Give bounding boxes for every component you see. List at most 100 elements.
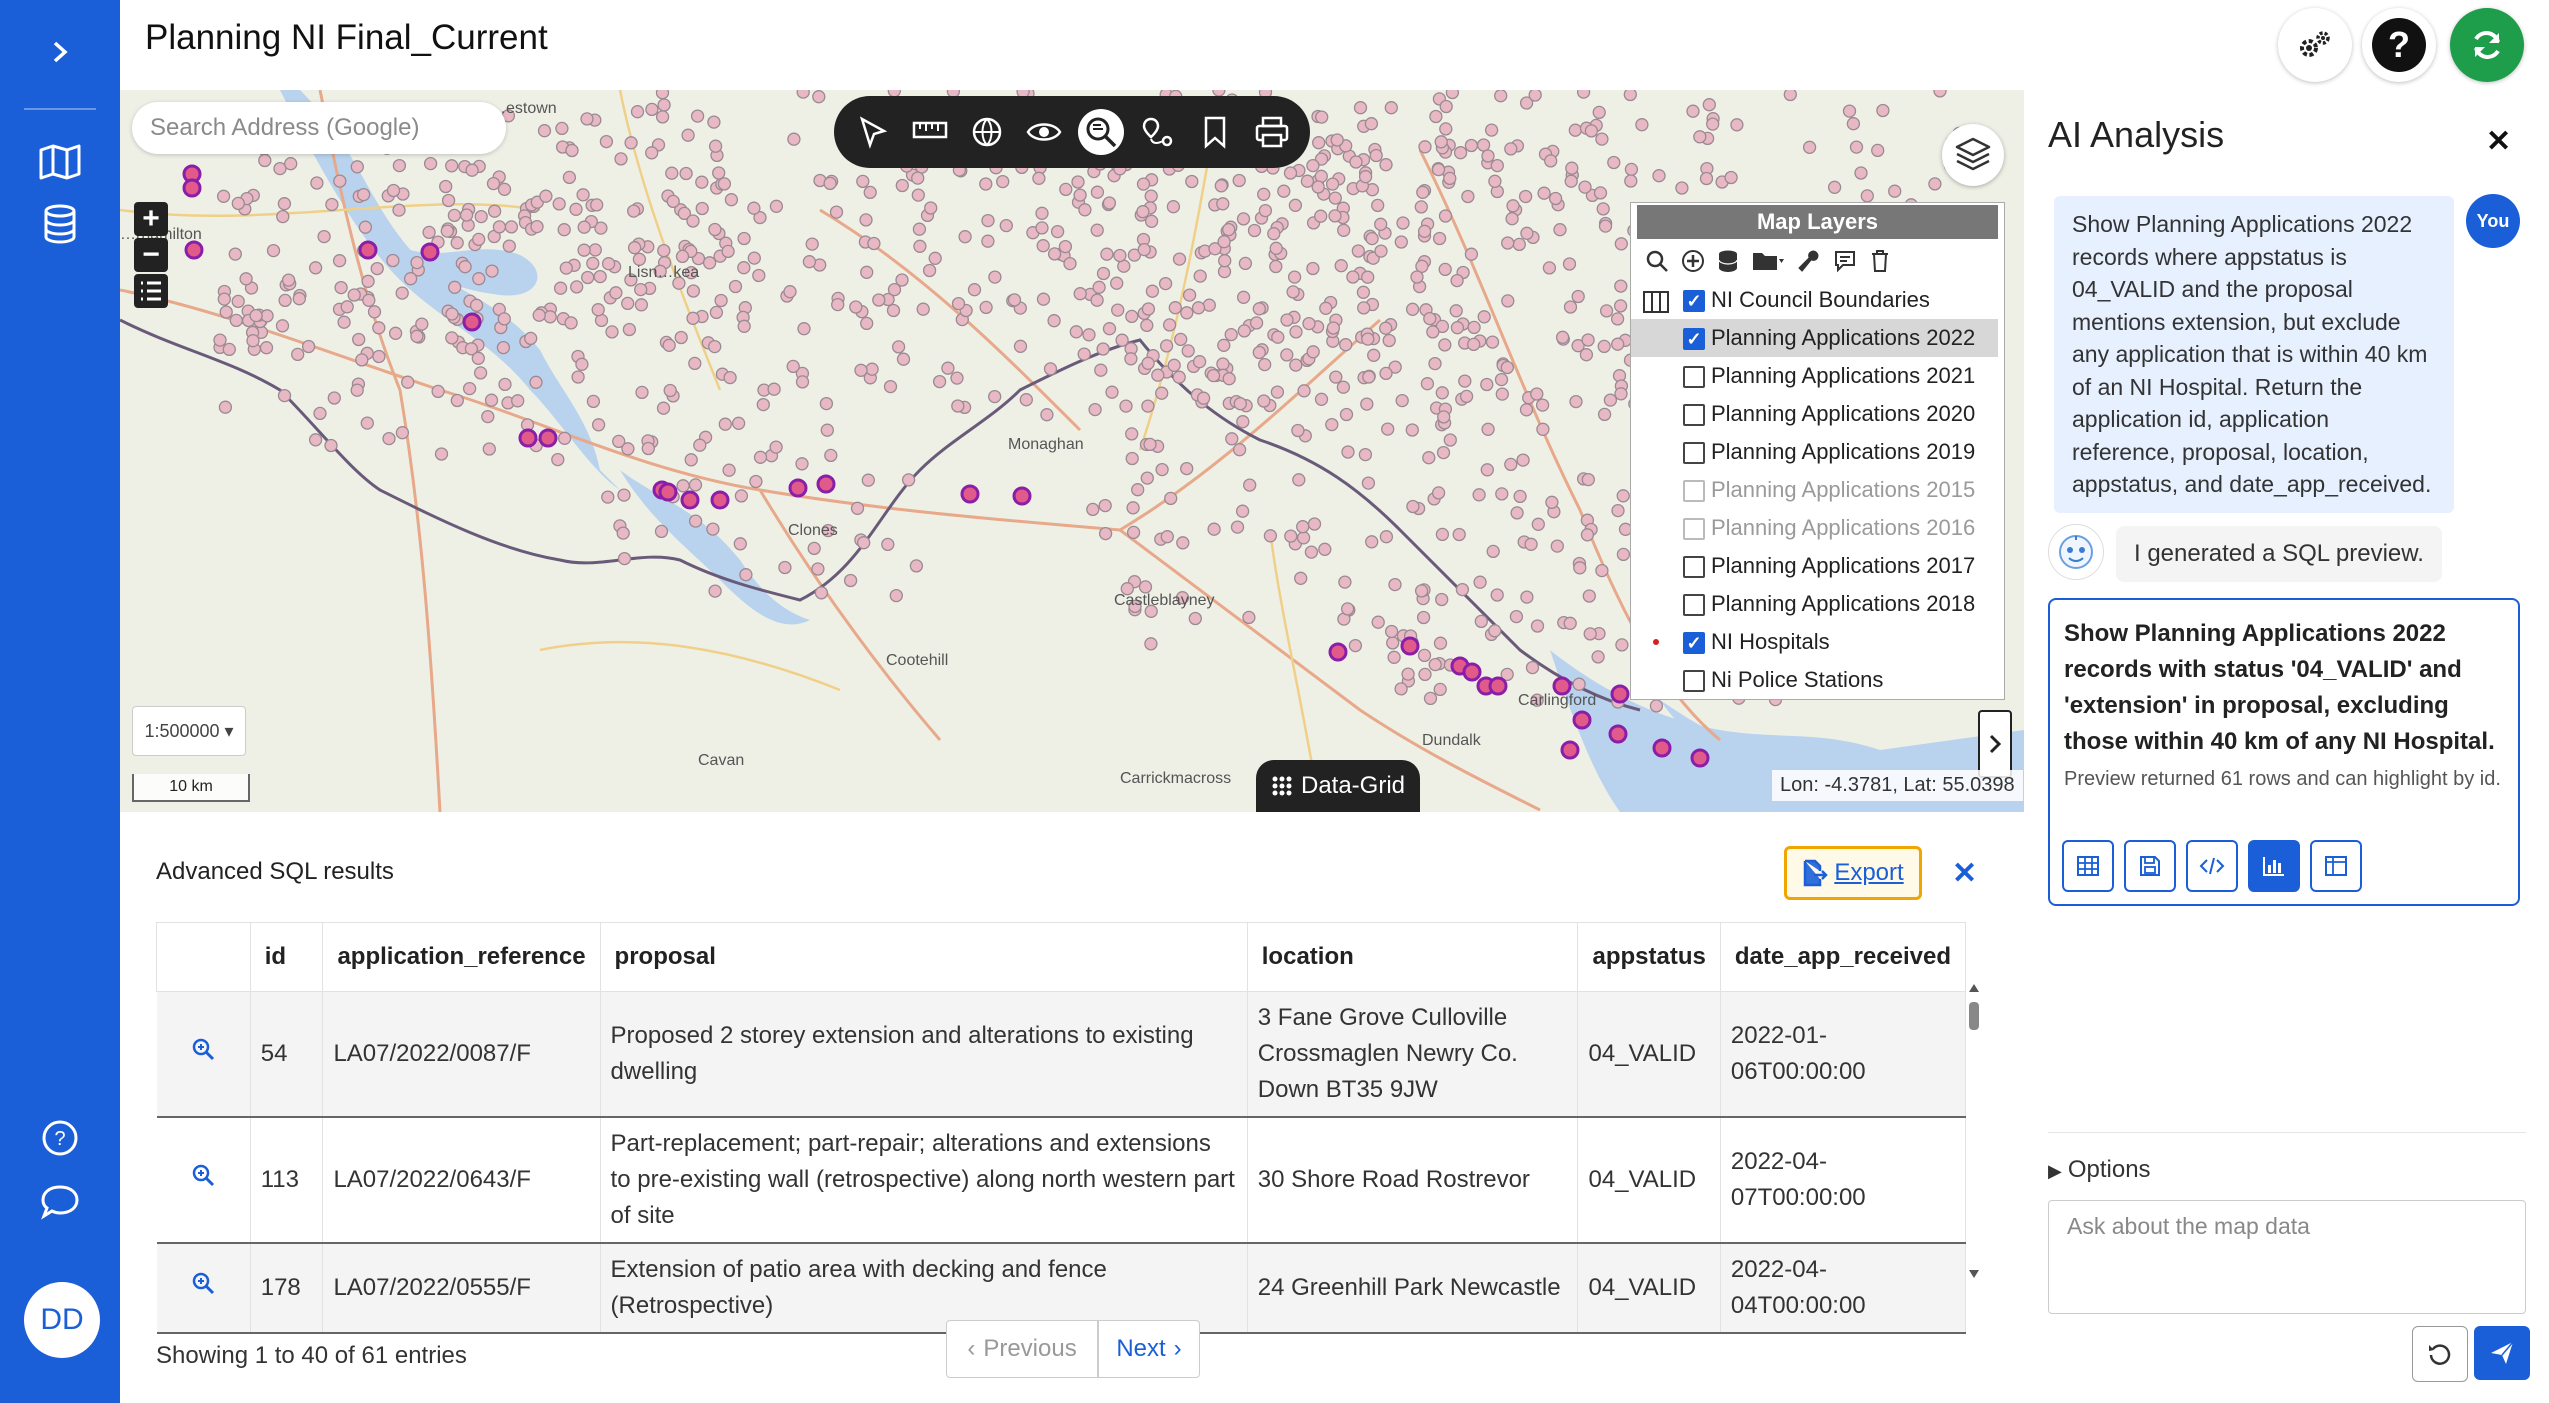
planning-marker[interactable] [1384, 101, 1398, 115]
planning-marker[interactable] [722, 463, 736, 477]
planning-marker[interactable] [497, 182, 512, 196]
planning-marker[interactable] [1314, 392, 1329, 406]
planning-marker[interactable] [778, 560, 792, 575]
planning-marker[interactable] [284, 157, 298, 171]
planning-marker[interactable] [1124, 352, 1138, 366]
planning-marker[interactable] [1247, 223, 1262, 238]
layer-row-planning-2017[interactable]: Planning Applications 2017 [1631, 547, 2004, 585]
planning-marker[interactable] [796, 90, 810, 99]
planning-marker[interactable] [681, 128, 695, 142]
planning-marker[interactable] [1548, 191, 1563, 206]
planning-marker[interactable] [1418, 667, 1432, 682]
planning-marker[interactable] [708, 339, 722, 354]
planning-marker[interactable] [1846, 117, 1861, 131]
planning-marker[interactable] [1144, 637, 1158, 651]
planning-marker[interactable] [593, 269, 607, 284]
planning-marker[interactable] [688, 478, 703, 492]
planning-marker[interactable] [1063, 256, 1077, 271]
planning-marker[interactable] [367, 305, 382, 319]
planning-marker[interactable] [1141, 356, 1155, 370]
planning-marker[interactable] [1287, 270, 1302, 284]
planning-marker[interactable] [1564, 174, 1578, 188]
planning-marker[interactable] [1595, 563, 1609, 578]
planning-marker[interactable] [1043, 362, 1058, 376]
planning-marker[interactable] [575, 357, 589, 371]
close-icon[interactable]: ✕ [2486, 124, 2511, 159]
planning-marker[interactable] [1311, 180, 1325, 194]
planning-marker[interactable] [1481, 149, 1495, 163]
planning-marker[interactable] [1693, 130, 1707, 144]
planning-marker[interactable] [1222, 372, 1236, 386]
planning-marker[interactable] [1438, 262, 1452, 277]
planning-marker[interactable] [601, 257, 616, 271]
save-icon[interactable] [2124, 840, 2176, 892]
planning-marker[interactable] [524, 331, 538, 346]
planning-marker[interactable] [1182, 288, 1197, 302]
planning-marker[interactable] [1151, 368, 1165, 382]
planning-marker[interactable] [1140, 318, 1154, 333]
planning-marker[interactable] [675, 249, 690, 264]
hospital-marker[interactable] [1328, 642, 1348, 662]
planning-marker[interactable] [1207, 522, 1221, 536]
planning-marker[interactable] [621, 442, 635, 456]
planning-marker[interactable] [1302, 316, 1316, 331]
planning-marker[interactable] [1598, 219, 1613, 233]
planning-marker[interactable] [911, 171, 925, 185]
trash-icon[interactable] [1869, 249, 1891, 273]
expand-chevron-icon[interactable] [34, 26, 86, 78]
planning-marker[interactable] [1520, 590, 1534, 604]
planning-marker[interactable] [246, 334, 260, 348]
planning-marker[interactable] [486, 176, 501, 191]
planning-marker[interactable] [1510, 506, 1524, 520]
planning-marker[interactable] [786, 359, 800, 374]
planning-marker[interactable] [1365, 535, 1379, 549]
planning-marker[interactable] [1328, 191, 1342, 205]
planning-marker[interactable] [1860, 189, 1874, 203]
planning-marker[interactable] [1516, 453, 1530, 467]
planning-marker[interactable] [1449, 304, 1463, 318]
planning-marker[interactable] [1603, 393, 1618, 407]
planning-marker[interactable] [231, 294, 245, 309]
planning-marker[interactable] [565, 143, 579, 158]
planning-marker[interactable] [733, 537, 747, 551]
planning-marker[interactable] [1524, 537, 1538, 551]
planning-marker[interactable] [1193, 269, 1207, 283]
planning-marker[interactable] [1414, 200, 1428, 214]
planning-marker[interactable] [1096, 266, 1111, 281]
planning-marker[interactable] [1092, 280, 1106, 294]
planning-marker[interactable] [655, 90, 670, 100]
planning-marker[interactable] [645, 146, 659, 160]
planning-marker[interactable] [883, 379, 898, 394]
planning-marker[interactable] [350, 160, 364, 174]
planning-marker[interactable] [1555, 330, 1570, 344]
planning-marker[interactable] [1196, 391, 1211, 405]
planning-marker[interactable] [901, 473, 916, 487]
planning-marker[interactable] [1504, 457, 1518, 472]
planning-marker[interactable] [1706, 117, 1720, 131]
column-header[interactable]: appstatus [1577, 922, 1721, 992]
planning-marker[interactable] [1525, 660, 1540, 675]
planning-marker[interactable] [362, 293, 376, 307]
planning-marker[interactable] [1613, 299, 1628, 313]
column-header[interactable]: date_app_received [1719, 922, 1967, 992]
table-row[interactable]: 54 LA07/2022/0087/F Proposed 2 storey ex… [156, 991, 1967, 1118]
planning-marker[interactable] [1140, 471, 1154, 485]
planning-marker[interactable] [1271, 330, 1285, 344]
planning-marker[interactable] [472, 272, 486, 286]
planning-marker[interactable] [605, 325, 619, 339]
layer-row-planning-2021[interactable]: Planning Applications 2021 [1631, 357, 2004, 395]
planning-marker[interactable] [1563, 616, 1577, 630]
planning-marker[interactable] [1933, 90, 1947, 98]
planning-marker[interactable] [1071, 175, 1085, 189]
planning-marker[interactable] [1485, 335, 1500, 349]
globe-icon[interactable] [964, 109, 1010, 155]
planning-marker[interactable] [334, 280, 348, 295]
planning-marker[interactable] [1242, 610, 1256, 625]
planning-marker[interactable] [1102, 322, 1117, 336]
hospital-marker[interactable] [420, 242, 440, 262]
planning-marker[interactable] [564, 316, 578, 330]
planning-marker[interactable] [1155, 462, 1169, 477]
planning-marker[interactable] [695, 201, 709, 216]
planning-marker[interactable] [1280, 313, 1294, 327]
planning-marker[interactable] [1416, 610, 1431, 625]
